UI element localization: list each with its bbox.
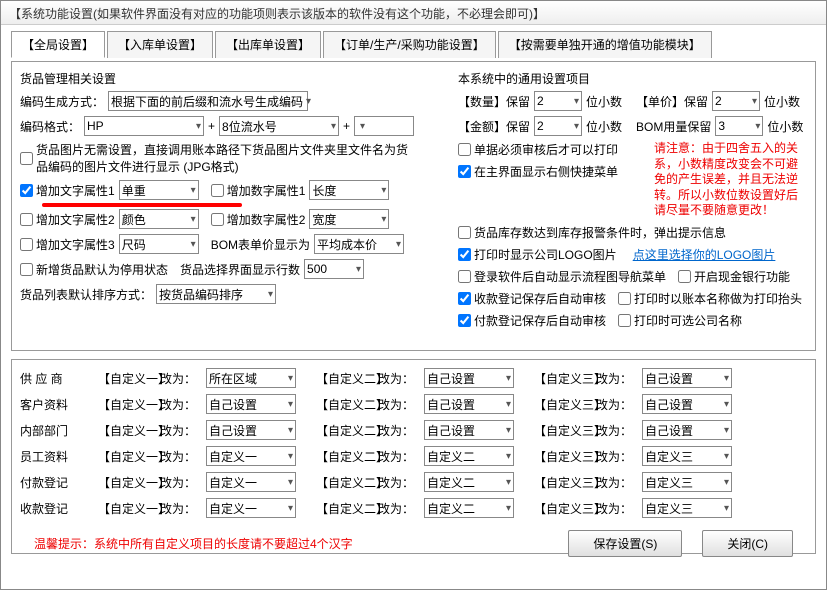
custom2-select[interactable]: 自己设置	[424, 394, 514, 414]
cb-print-company[interactable]: 打印时可选公司名称	[618, 312, 742, 329]
system-settings-group: 本系统中的通用设置项目 【数量】保留 2 位小数 【单价】保留 2 位小数 【金…	[458, 70, 807, 342]
custom2-select[interactable]: 自己设置	[424, 368, 514, 388]
row-label: 付款登记	[20, 474, 94, 491]
window-title: 【系统功能设置(如果软件界面没有对应的功能项则表示该版本的软件没有这个功能，不必…	[1, 1, 826, 25]
custom1-select[interactable]: 自定义一	[206, 498, 296, 518]
custom-row: 收款登记【自定义一】改为：自定义一【自定义二】改为：自定义二【自定义三】改为：自…	[20, 498, 807, 518]
cb-print-ledgername[interactable]: 打印时以账本名称做为打印抬头	[618, 290, 802, 307]
tab-order[interactable]: 【订单/生产/采购功能设置】	[323, 31, 496, 58]
price-label: 【单价】保留	[636, 93, 708, 110]
bom-label: BOM表单价显示为	[211, 236, 310, 253]
newitem-disabled-checkbox[interactable]: 新增货品默认为停用状态	[20, 261, 168, 278]
gen-mode-select[interactable]: 根据下面的前后缀和流水号生成编码	[108, 91, 308, 111]
attr3-checkbox[interactable]: 增加文字属性3	[20, 236, 115, 253]
logo-link[interactable]: 点这里选择你的LOGO图片	[633, 246, 776, 263]
custom3-select[interactable]: 自定义三	[642, 446, 732, 466]
custom3-select[interactable]: 自己设置	[642, 394, 732, 414]
settings-window: 【系统功能设置(如果软件界面没有对应的功能项则表示该版本的软件没有这个功能，不必…	[0, 0, 827, 590]
cb-show-quickmenu[interactable]: 在主界面显示右侧快捷菜单	[458, 163, 618, 180]
custom-row: 付款登记【自定义一】改为：自定义一【自定义二】改为：自定义二【自定义三】改为：自…	[20, 472, 807, 492]
custom3-select[interactable]: 自己设置	[642, 420, 732, 440]
qty-decimals-select[interactable]: 2	[534, 91, 582, 111]
close-button[interactable]: 关闭(C)	[702, 530, 793, 557]
custom1-select[interactable]: 自定义一	[206, 472, 296, 492]
sort-label: 货品列表默认排序方式：	[20, 286, 152, 303]
row-label: 员工资料	[20, 448, 94, 465]
cb-print-logo[interactable]: 打印时显示公司LOGO图片	[458, 246, 617, 263]
decimal-warning: 请注意：由于四舍五入的关系，小数精度改变会不可避免的产生误差，并且无法逆转。所以…	[654, 141, 807, 219]
num1-select[interactable]: 长度	[309, 180, 389, 200]
product-settings-group: 货品管理相关设置 编码生成方式： 根据下面的前后缀和流水号生成编码 编码格式： …	[20, 70, 450, 342]
custom-fields-box: 供 应 商【自定义一】改为：所在区域【自定义二】改为：自己设置【自定义三】改为：…	[11, 359, 816, 554]
fmt-seq-select[interactable]: 8位流水号	[219, 116, 339, 136]
custom3-select[interactable]: 自定义三	[642, 498, 732, 518]
attr2-select[interactable]: 颜色	[119, 209, 199, 229]
attr3-select[interactable]: 尺码	[119, 234, 199, 254]
fmt-prefix-select[interactable]: HP	[84, 116, 204, 136]
highlight-mark	[42, 203, 242, 207]
save-button[interactable]: 保存设置(S)	[568, 530, 682, 557]
cb-payment-autoaudit[interactable]: 付款登记保存后自动审核	[458, 312, 606, 329]
gen-label: 编码生成方式：	[20, 93, 104, 110]
num1-checkbox[interactable]: 增加数字属性1	[211, 182, 306, 199]
custom-length-warning: 温馨提示：系统中所有自定义项目的长度请不要超过4个汉字	[34, 535, 353, 552]
custom-row: 客户资料【自定义一】改为：自己设置【自定义二】改为：自己设置【自定义三】改为：自…	[20, 394, 807, 414]
custom2-select[interactable]: 自定义二	[424, 446, 514, 466]
custom3-select[interactable]: 自定义三	[642, 472, 732, 492]
fmt-suffix-select[interactable]	[354, 116, 414, 136]
tab-inbound[interactable]: 【入库单设置】	[107, 31, 213, 58]
content: 【全局设置】 【入库单设置】 【出库单设置】 【订单/生产/采购功能设置】 【按…	[1, 25, 826, 560]
cb-show-flowchart[interactable]: 登录软件后自动显示流程图导航菜单	[458, 268, 666, 285]
tab-addon[interactable]: 【按需要单独开通的增值功能模块】	[498, 31, 712, 58]
custom3-select[interactable]: 自己设置	[642, 368, 732, 388]
custom1-select[interactable]: 自己设置	[206, 394, 296, 414]
custom1-select[interactable]: 所在区域	[206, 368, 296, 388]
qty-label: 【数量】保留	[458, 93, 530, 110]
rows-label: 货品选择界面显示行数	[180, 261, 300, 278]
cb-enable-cash[interactable]: 开启现金银行功能	[678, 268, 790, 285]
bomqty-label: BOM用量保留	[636, 118, 711, 135]
row-label: 供 应 商	[20, 370, 94, 387]
attr1-select[interactable]: 单重	[119, 180, 199, 200]
amt-decimals-select[interactable]: 2	[534, 116, 582, 136]
bom-price-select[interactable]: 平均成本价	[314, 234, 404, 254]
group-title-right: 本系统中的通用设置项目	[458, 70, 807, 87]
attr1-checkbox[interactable]: 增加文字属性1	[20, 182, 115, 199]
attr2-checkbox[interactable]: 增加文字属性2	[20, 211, 115, 228]
custom1-select[interactable]: 自定义一	[206, 446, 296, 466]
bomqty-decimals-select[interactable]: 3	[715, 116, 763, 136]
custom-row: 供 应 商【自定义一】改为：所在区域【自定义二】改为：自己设置【自定义三】改为：…	[20, 368, 807, 388]
custom-row: 内部部门【自定义一】改为：自己设置【自定义二】改为：自己设置【自定义三】改为：自…	[20, 420, 807, 440]
price-decimals-select[interactable]: 2	[712, 91, 760, 111]
cb-receipt-autoaudit[interactable]: 收款登记保存后自动审核	[458, 290, 606, 307]
tab-outbound[interactable]: 【出库单设置】	[215, 31, 321, 58]
fmt-label: 编码格式：	[20, 118, 80, 135]
pic-text: 货品图片无需设置，直接调用账本路径下货品图片文件夹里文件名为货品编码的图片文件进…	[36, 141, 416, 175]
cb-must-audit[interactable]: 单据必须审核后才可以打印	[458, 141, 618, 158]
row-label: 内部部门	[20, 422, 94, 439]
sort-select[interactable]: 按货品编码排序	[156, 284, 276, 304]
tab-panel-global: 货品管理相关设置 编码生成方式： 根据下面的前后缀和流水号生成编码 编码格式： …	[11, 61, 816, 351]
row-label: 收款登记	[20, 500, 94, 517]
tab-bar: 【全局设置】 【入库单设置】 【出库单设置】 【订单/生产/采购功能设置】 【按…	[11, 31, 816, 58]
amt-label: 【金额】保留	[458, 118, 530, 135]
num2-checkbox[interactable]: 增加数字属性2	[211, 211, 306, 228]
custom2-select[interactable]: 自定义二	[424, 472, 514, 492]
row-label: 客户资料	[20, 396, 94, 413]
num2-select[interactable]: 宽度	[309, 209, 389, 229]
custom2-select[interactable]: 自定义二	[424, 498, 514, 518]
pic-checkbox[interactable]: 货品图片无需设置，直接调用账本路径下货品图片文件夹里文件名为货品编码的图片文件进…	[20, 141, 416, 175]
custom-row: 员工资料【自定义一】改为：自定义一【自定义二】改为：自定义二【自定义三】改为：自…	[20, 446, 807, 466]
footer-row: 温馨提示：系统中所有自定义项目的长度请不要超过4个汉字 保存设置(S) 关闭(C…	[20, 524, 807, 563]
rows-select[interactable]: 500	[304, 259, 364, 279]
custom1-select[interactable]: 自己设置	[206, 420, 296, 440]
group-title-left: 货品管理相关设置	[20, 70, 450, 87]
tab-global[interactable]: 【全局设置】	[11, 31, 105, 58]
cb-stock-alert[interactable]: 货品库存数达到库存报警条件时，弹出提示信息	[458, 224, 726, 241]
custom2-select[interactable]: 自己设置	[424, 420, 514, 440]
